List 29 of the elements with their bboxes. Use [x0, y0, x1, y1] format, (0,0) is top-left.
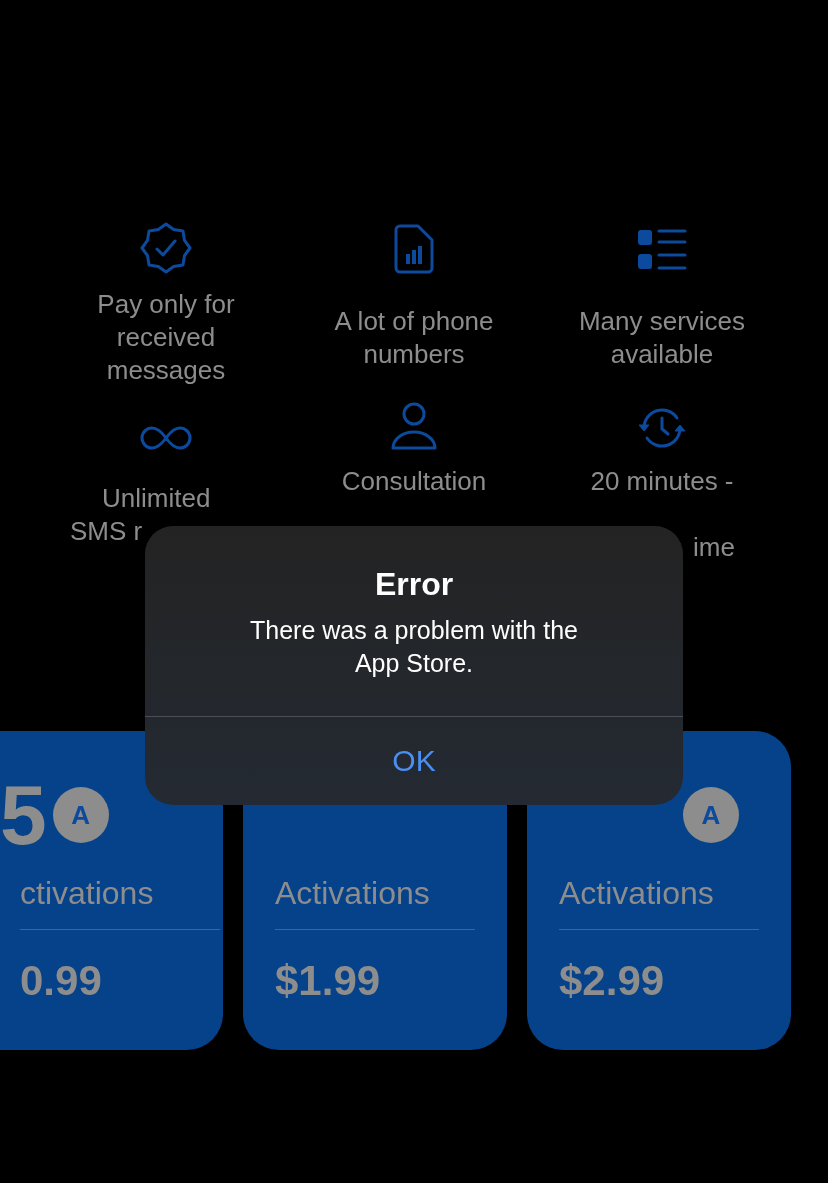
feature-text: Consultation	[340, 465, 488, 498]
activation-badge: A	[52, 787, 109, 843]
alert-message: There was a problem with the App Store.	[249, 615, 579, 679]
badge-check-icon	[140, 222, 192, 274]
plan-price: $1.99	[275, 960, 382, 1002]
feature-text: available	[609, 338, 715, 371]
activation-count: 5	[0, 773, 45, 857]
plan-price: 0.99	[20, 960, 103, 1002]
user-icon	[390, 401, 438, 451]
feature-text: Unlimited	[101, 482, 212, 515]
plan-label: Activations	[275, 874, 431, 913]
alert-title: Error	[374, 565, 454, 604]
feature-text: 20 minutes -	[589, 465, 735, 498]
feature-text: Pay only for	[96, 288, 236, 321]
clock-refresh-icon	[636, 405, 688, 451]
feature-text: received	[115, 321, 217, 354]
feature-text: ime	[692, 531, 736, 564]
feature-text: A lot of phone	[333, 305, 495, 338]
sim-card-icon	[394, 224, 434, 274]
activation-badge: A	[683, 787, 739, 843]
plan-label: ctivations	[20, 874, 155, 913]
feature-text: messages	[105, 354, 227, 387]
feature-text: SMS r	[69, 515, 144, 548]
feature-text: Many services	[577, 305, 747, 338]
plan-card[interactable]: 5 A ctivations 0.99	[0, 731, 223, 1050]
infinity-icon	[140, 425, 192, 451]
plan-price: $2.99	[559, 960, 666, 1002]
plan-label: Activations	[559, 874, 715, 913]
feature-text: numbers	[362, 338, 466, 371]
